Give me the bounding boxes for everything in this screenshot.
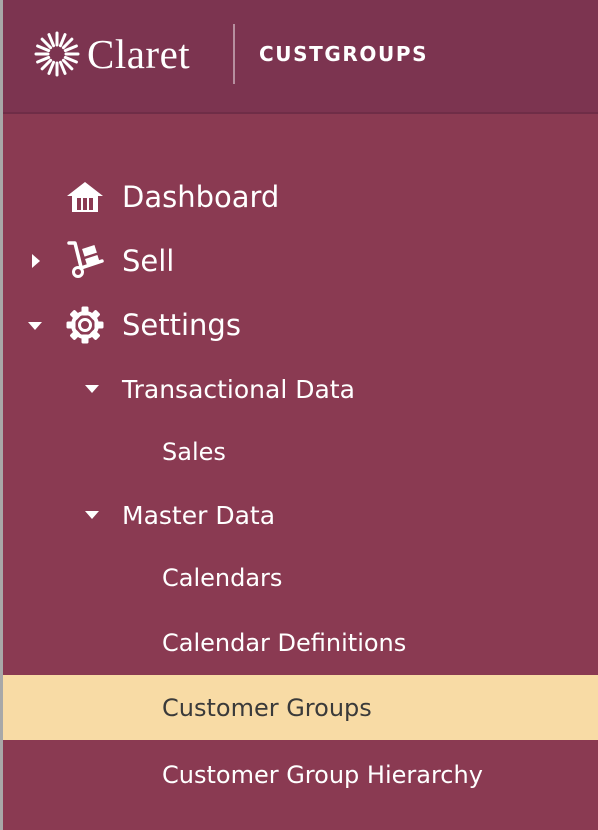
sidebar-item-settings[interactable]: Settings: [3, 293, 598, 357]
sidebar-item-label: Transactional Data: [122, 374, 355, 404]
claret-logo[interactable]: Claret: [33, 24, 190, 84]
caret-down-icon[interactable]: [85, 508, 99, 522]
sidebar-item-label: Calendars: [162, 564, 283, 592]
sidebar-item-label: Customer Groups: [162, 693, 372, 722]
sidebar-item-calendars[interactable]: Calendars: [3, 546, 598, 610]
sidebar-item-label: Dashboard: [122, 180, 280, 214]
logo-text: Claret: [87, 31, 191, 77]
sidebar-item-label: Master Data: [122, 500, 276, 530]
sidebar-item-label: Calendar Definitions: [162, 629, 407, 657]
sidebar-item-master-data[interactable]: Master Data: [3, 483, 598, 547]
sidebar-item-label: Sell: [122, 244, 175, 278]
app-header: Claret CUSTGROUPS: [3, 0, 598, 114]
hand-truck-icon: [67, 241, 104, 278]
caret-right-icon[interactable]: [29, 254, 43, 268]
app-name: CUSTGROUPS: [259, 42, 429, 66]
sidebar-nav: Dashboard Sell Settings Transactional Da…: [3, 112, 598, 830]
sidebar-item-sales[interactable]: Sales: [3, 420, 598, 484]
header-divider: [233, 24, 235, 84]
caret-down-icon[interactable]: [85, 382, 99, 396]
gear-icon: [66, 306, 104, 344]
sidebar-item-label: Settings: [122, 308, 241, 342]
sidebar-item-calendar-definitions[interactable]: Calendar Definitions: [3, 611, 598, 675]
claret-logo-icon: [34, 31, 80, 77]
home-icon: [67, 182, 103, 212]
sidebar-item-sell[interactable]: Sell: [3, 229, 598, 293]
sidebar-item-customer-groups[interactable]: Customer Groups: [3, 675, 598, 740]
sidebar-item-label: Customer Group Hierarchy: [162, 761, 483, 789]
caret-down-icon[interactable]: [28, 319, 42, 333]
sidebar-item-transactional-data[interactable]: Transactional Data: [3, 357, 598, 421]
sidebar-item-label: Sales: [162, 438, 226, 466]
sidebar-item-dashboard[interactable]: Dashboard: [3, 165, 598, 229]
sidebar-item-customer-group-hierarchy[interactable]: Customer Group Hierarchy: [3, 743, 598, 807]
